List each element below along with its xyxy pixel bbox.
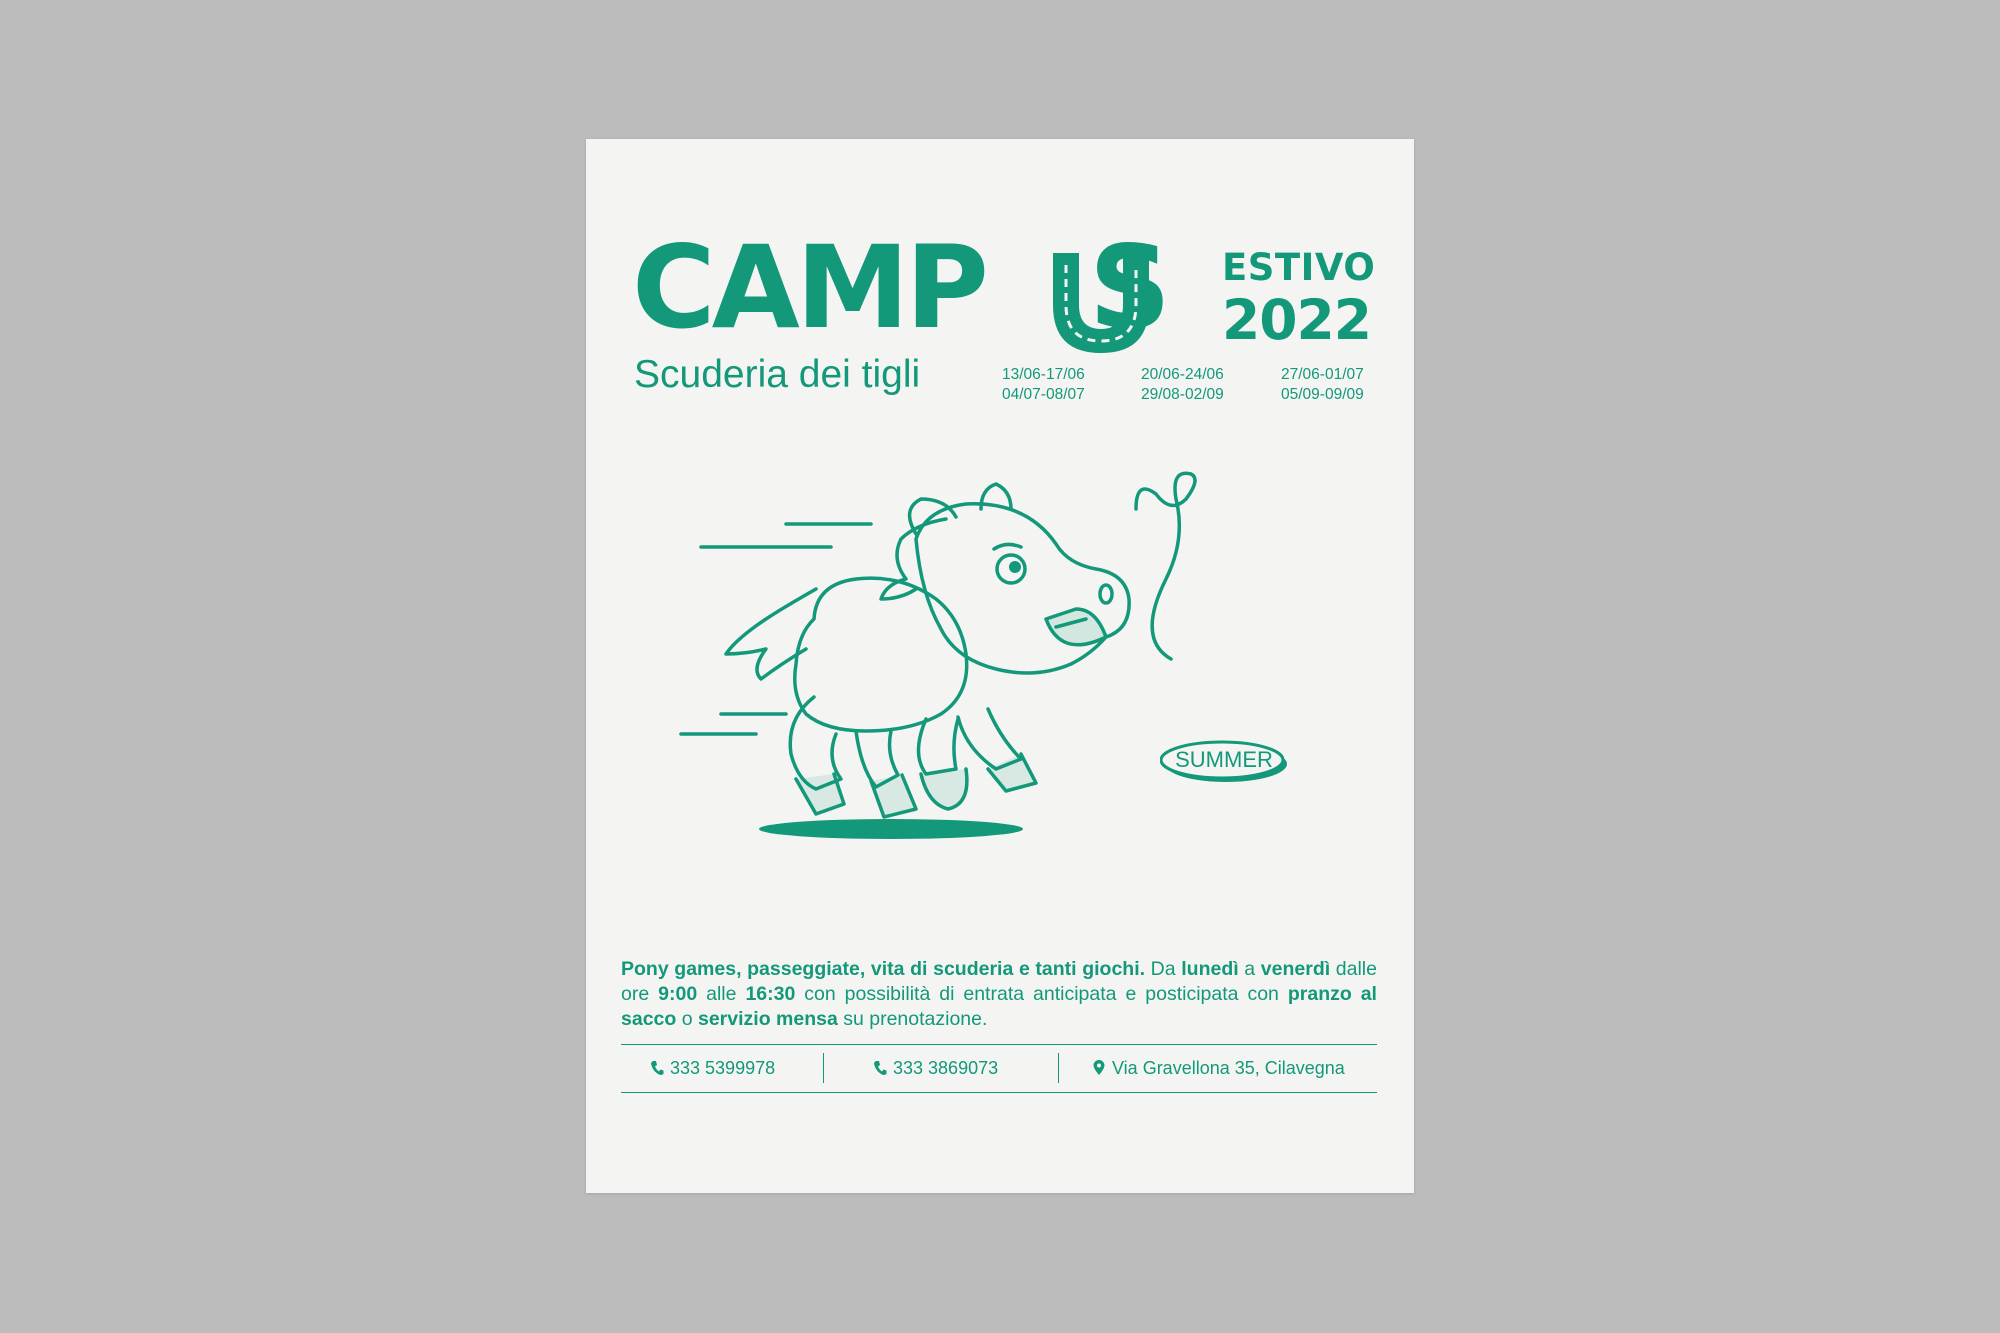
divider	[621, 1092, 1377, 1093]
desc-time-end: 16:30	[745, 983, 796, 1005]
date-range: 04/07-08/07	[1002, 386, 1085, 403]
map-pin-icon	[1093, 1060, 1105, 1075]
date-range: 13/06-17/06	[1002, 366, 1085, 383]
pony-hoof	[794, 772, 846, 816]
address-text: Via Gravellona 35, Cilavegna	[1112, 1057, 1345, 1078]
desc-time-start: 9:00	[658, 983, 698, 1005]
subtitle: Scuderia dei tigli	[634, 353, 921, 396]
date-range: 27/06-01/07	[1281, 366, 1364, 383]
summer-badge: SUMMER	[1175, 747, 1273, 772]
desc-text: alle	[697, 983, 746, 1005]
date-range: 05/09-09/09	[1281, 386, 1364, 403]
desc-text: con possibilità di entrata anticipata e …	[795, 983, 1288, 1005]
pony-illustration	[679, 471, 1197, 839]
date-range: 29/08-02/09	[1141, 386, 1224, 403]
dates-column-1: 13/06-17/06 04/07-08/07	[1002, 365, 1085, 405]
desc-day-start: lunedì	[1181, 958, 1239, 980]
dates-column-2: 20/06-24/06 29/08-02/09	[1141, 365, 1224, 405]
divider	[621, 1044, 1377, 1045]
phone-number: 333 3869073	[893, 1057, 999, 1078]
pony-hoof	[919, 767, 969, 811]
pony-hoof	[869, 773, 918, 819]
poster: CAMPS ESTIVO 2022 Scuderia dei tigli 13/…	[586, 139, 1414, 1193]
estivo-label: ESTIVO	[1222, 246, 1376, 289]
contact-phone-1[interactable]: 333 5399978	[650, 1056, 775, 1080]
desc-text: Da	[1145, 958, 1182, 980]
phone-icon	[874, 1061, 887, 1075]
desc-day-end: venerdì	[1260, 958, 1331, 980]
date-range: 20/06-24/06	[1141, 366, 1224, 383]
pony-head	[914, 502, 1131, 675]
description: Pony games, passeggiate, vita di scuderi…	[621, 957, 1377, 1032]
contact-address[interactable]: Via Gravellona 35, Cilavegna	[1092, 1056, 1345, 1080]
contact-phone-2[interactable]: 333 3869073	[873, 1056, 998, 1080]
desc-text: su prenotazione.	[837, 1008, 988, 1030]
phone-number: 333 5399978	[670, 1057, 776, 1078]
horseshoe-icon	[1053, 253, 1149, 353]
divider	[1058, 1053, 1059, 1083]
title-left: CAMP	[632, 221, 989, 354]
ground-shadow	[759, 819, 1023, 839]
pony-front-leg	[916, 717, 960, 776]
pony-hoof	[986, 752, 1038, 793]
phone-icon	[651, 1061, 664, 1075]
desc-canteen: servizio mensa	[697, 1008, 838, 1030]
divider	[823, 1053, 824, 1083]
desc-text: a	[1238, 958, 1261, 980]
pony-body	[793, 576, 969, 733]
lasso-rope	[1134, 471, 1197, 661]
desc-activities: Pony games, passeggiate, vita di scuderi…	[621, 958, 1146, 980]
pony-nostril	[1098, 583, 1114, 605]
dates-column-3: 27/06-01/07 05/09-09/09	[1281, 365, 1364, 405]
pony-brow	[992, 542, 1023, 551]
desc-text: o	[676, 1008, 698, 1030]
year-label: 2022	[1222, 288, 1372, 352]
